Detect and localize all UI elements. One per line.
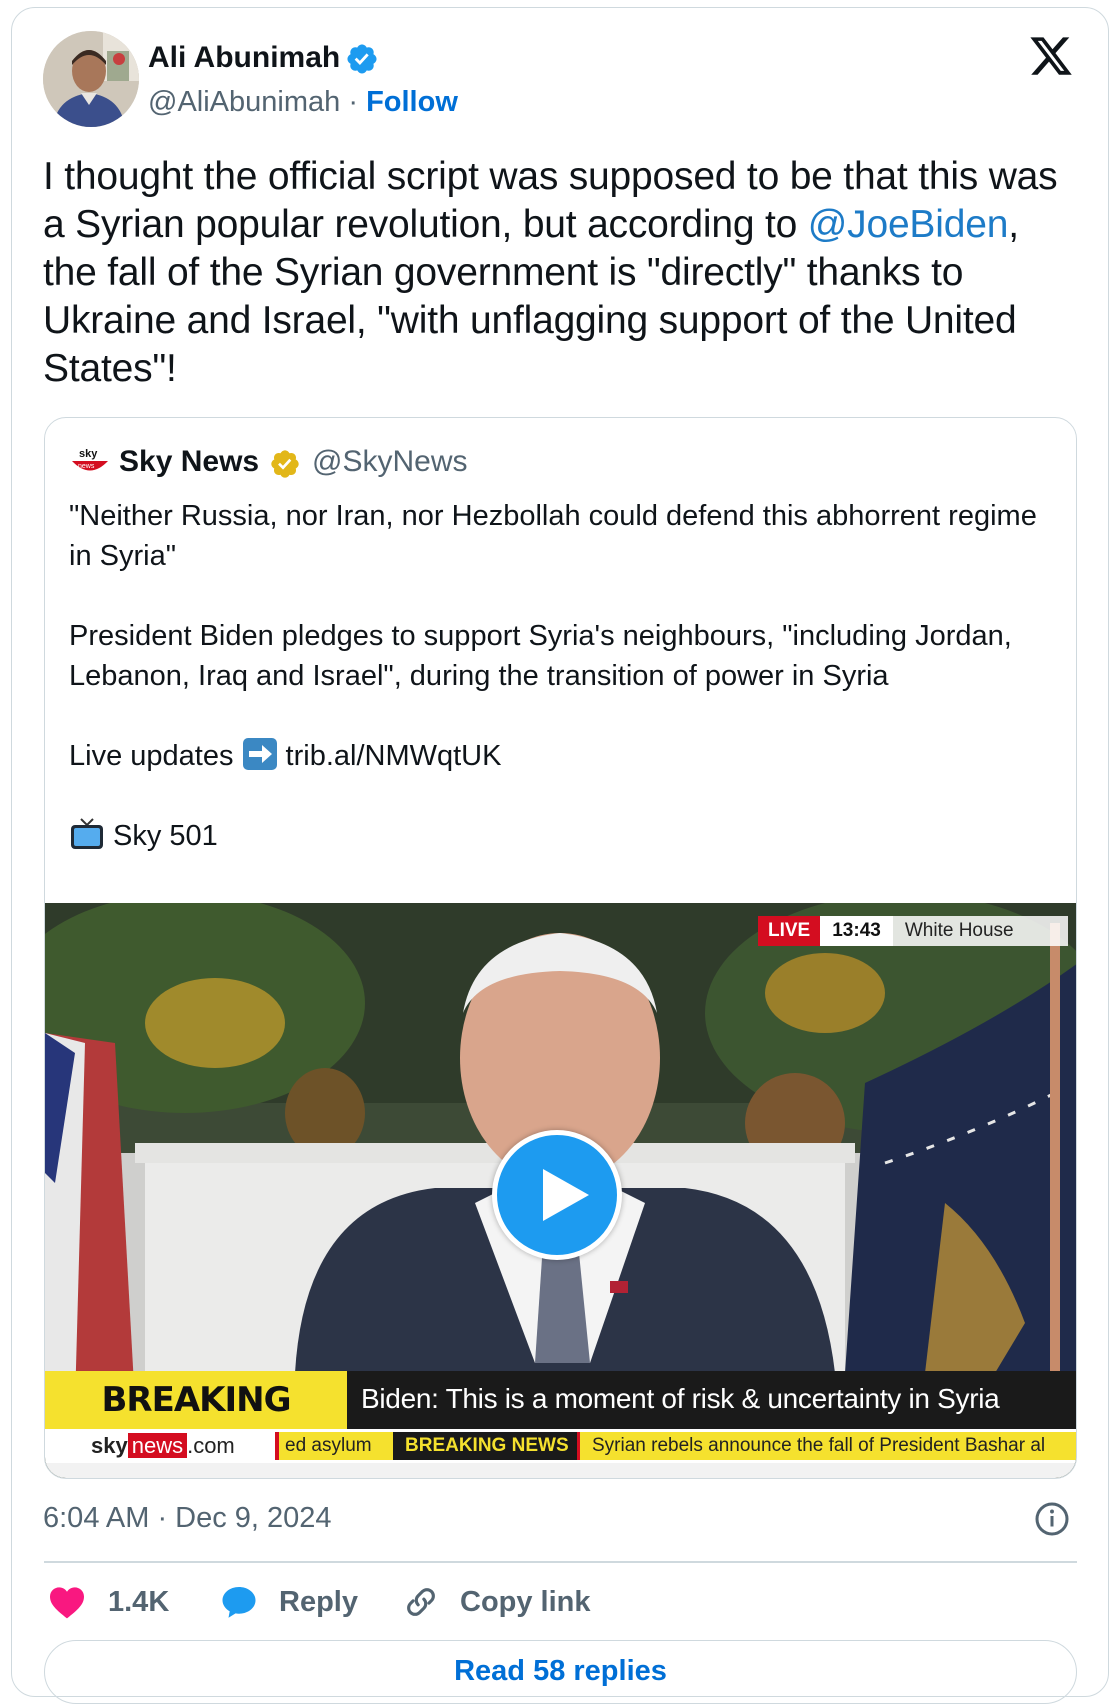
breaking-headline: Biden: This is a moment of risk & uncert…	[347, 1371, 1076, 1429]
play-icon	[543, 1169, 589, 1221]
quoted-paragraph-1: "Neither Russia, nor Iran, nor Hezbollah…	[69, 500, 1037, 572]
sky-news-com-logo: sky news .com	[91, 1433, 235, 1458]
tweet-timestamp[interactable]: 6:04 AM · Dec 9, 2024	[43, 1500, 332, 1536]
like-button[interactable]: 1.4K	[48, 1582, 169, 1622]
ticker-breaking-label: BREAKING NEWS	[393, 1432, 581, 1460]
trib-link[interactable]: trib.al/NMWqtUK	[286, 740, 502, 772]
sky-501-label: Sky 501	[113, 820, 218, 852]
x-logo-icon[interactable]	[1028, 33, 1074, 79]
sky-news-logo-icon: sky news	[72, 448, 108, 471]
reply-label: Reply	[279, 1585, 358, 1618]
verified-gold-badge-icon	[271, 450, 299, 478]
quoted-author-handle: @SkyNews	[312, 445, 468, 478]
author-name[interactable]: Ali Abunimah	[148, 40, 340, 76]
info-icon[interactable]	[1034, 1501, 1070, 1537]
tweet-text: I thought the official script was suppos…	[43, 153, 1073, 393]
breaking-news-label: BREAKING NEWS	[45, 1371, 347, 1478]
video-bottom-strip	[45, 1463, 1076, 1478]
quoted-paragraph-2: President Biden pledges to support Syria…	[69, 620, 1012, 692]
follow-button[interactable]: Follow	[366, 86, 458, 118]
author-avatar[interactable]	[43, 31, 139, 127]
link-icon	[407, 1588, 435, 1616]
quoted-tweet-body: "Neither Russia, nor Iran, nor Hezbollah…	[69, 496, 1059, 856]
read-replies-button[interactable]: Read 58 replies	[44, 1640, 1077, 1704]
separator-dot: ·	[348, 86, 358, 118]
quoted-paragraph-4: Sky 501	[69, 816, 1059, 856]
live-updates-label: Live updates	[69, 740, 234, 772]
divider	[44, 1561, 1077, 1563]
broadcast-time: 13:43	[820, 916, 893, 946]
reply-button[interactable]: Reply	[221, 1582, 358, 1622]
ticker-item-1: ed asylum	[275, 1432, 393, 1460]
author-handle[interactable]: @AliAbunimah	[148, 86, 340, 118]
avatar-photo-icon	[43, 31, 139, 127]
quoted-tweet[interactable]: sky news Sky News @SkyNews "Neither Russ…	[44, 417, 1077, 1479]
broadcast-location: White House	[892, 916, 1068, 946]
heart-icon	[50, 1587, 84, 1619]
mention-link[interactable]: @JoeBiden	[808, 203, 1009, 246]
right-arrow-icon	[242, 738, 277, 770]
play-button[interactable]	[492, 1130, 622, 1260]
video-player[interactable]: LIVE 13:43 White House BREAKING NEWS Bid…	[45, 903, 1076, 1478]
quoted-paragraph-3: Live updates trib.al/NMWqtUK	[69, 736, 1059, 776]
reply-bubble-icon	[222, 1587, 256, 1618]
author-handle-line: @AliAbunimah · Follow	[148, 84, 458, 120]
news-ticker: sky news .com ed asylum BREAKING NEWS Syri…	[45, 1429, 1076, 1463]
copy-link-button[interactable]: Copy link	[404, 1582, 591, 1622]
svg-text:news: news	[78, 463, 95, 470]
svg-text:sky: sky	[79, 448, 98, 460]
verified-badge-icon	[347, 44, 377, 74]
television-icon	[71, 818, 103, 849]
live-badge: LIVE	[758, 916, 821, 946]
live-indicator: LIVE 13:43 White House	[758, 916, 1068, 946]
ticker-item-2: Syrian rebels announce the fall of Presi…	[577, 1432, 1076, 1460]
quoted-author-name: Sky News	[119, 445, 260, 478]
copy-link-label: Copy link	[460, 1585, 591, 1618]
like-count: 1.4K	[108, 1585, 170, 1618]
